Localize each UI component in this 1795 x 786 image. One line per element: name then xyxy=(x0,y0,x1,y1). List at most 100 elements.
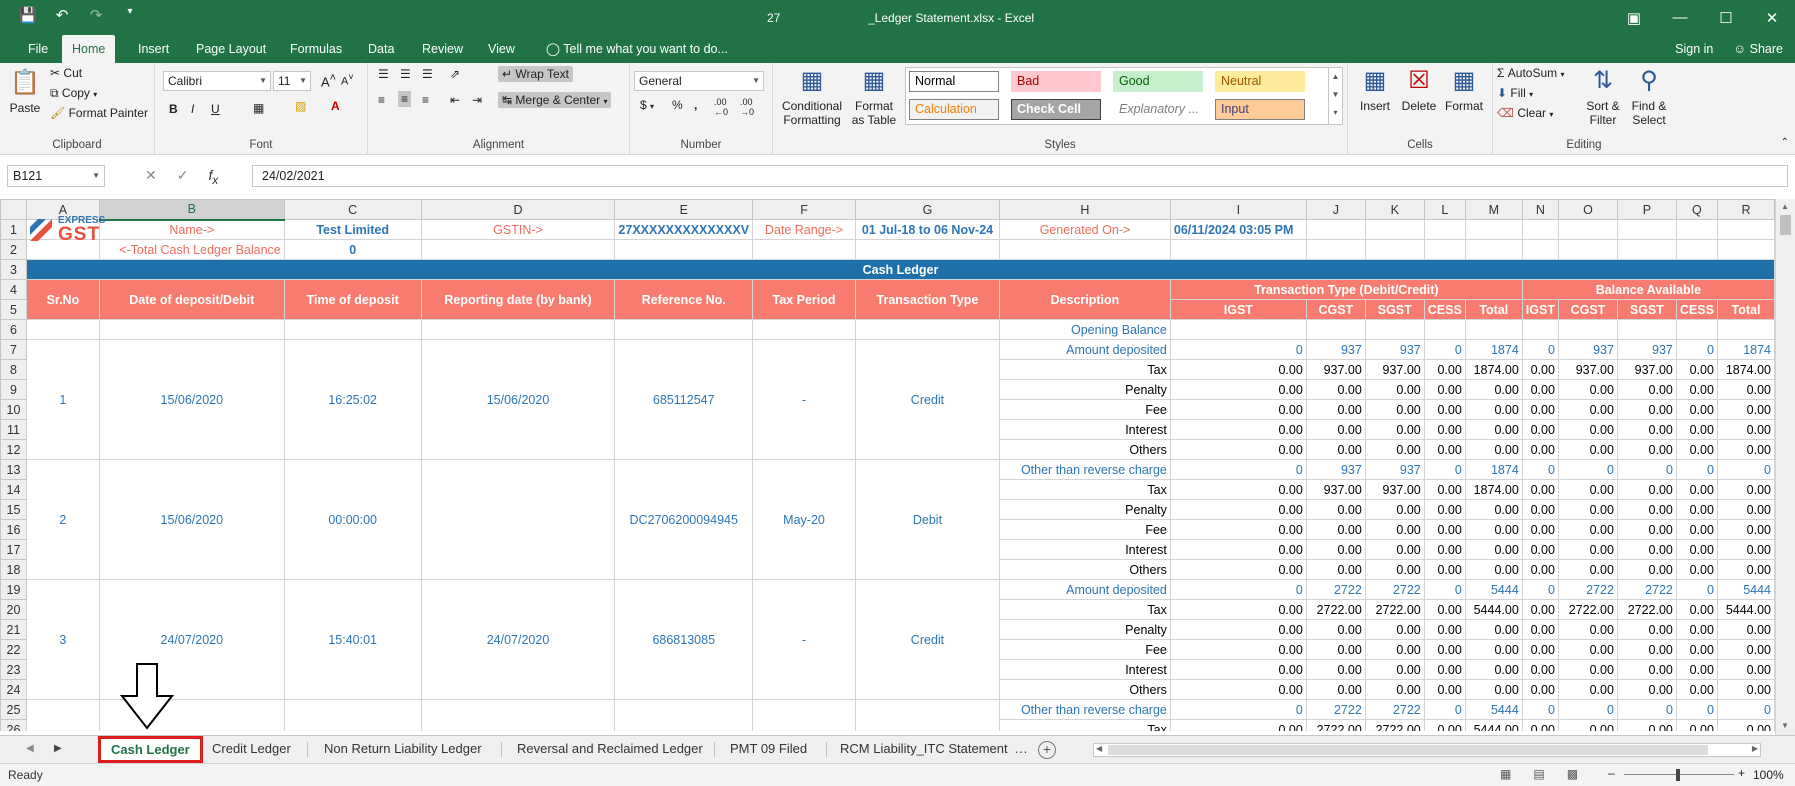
amount-cell[interactable]: 0.00 xyxy=(1675,559,1718,580)
row-header[interactable]: 16 xyxy=(0,519,27,540)
currency-icon[interactable]: $ ▾ xyxy=(640,98,654,112)
row-header[interactable]: 3 xyxy=(0,259,27,280)
amount-cell[interactable]: 0.00 xyxy=(1616,679,1677,700)
amount-cell[interactable]: 0.00 xyxy=(1521,679,1559,700)
amount-cell[interactable]: 0.00 xyxy=(1169,479,1307,500)
amount-cell[interactable]: 1874 xyxy=(1464,339,1523,360)
format-painter-button[interactable]: 🖌 Format Painter xyxy=(50,106,148,120)
description-cell[interactable]: Other than reverse charge xyxy=(998,699,1171,720)
amount-cell[interactable]: 0.00 xyxy=(1169,659,1307,680)
column-header[interactable]: P xyxy=(1616,199,1677,220)
header-sub[interactable]: Total xyxy=(1464,299,1523,320)
share-button[interactable]: ☺ Share xyxy=(1733,35,1783,63)
amount-cell[interactable]: 0.00 xyxy=(1521,419,1559,440)
amount-cell[interactable]: 0.00 xyxy=(1305,619,1366,640)
description-cell[interactable]: Penalty xyxy=(998,619,1171,640)
column-header[interactable]: B xyxy=(98,199,285,221)
amount-cell[interactable]: 0 xyxy=(1557,459,1618,480)
amount-cell[interactable]: 0.00 xyxy=(1716,639,1775,660)
increase-decimal-icon[interactable]: .00 ←0 xyxy=(714,97,728,117)
amount-cell[interactable]: 2722.00 xyxy=(1305,599,1366,620)
amount-cell[interactable]: 0.00 xyxy=(1616,379,1677,400)
amount-cell[interactable]: 937 xyxy=(1364,339,1425,360)
cash-ledger-banner[interactable]: Cash Ledger xyxy=(25,259,1775,280)
name-box[interactable]: B121 ▼ xyxy=(7,165,105,187)
amount-cell[interactable]: 5444.00 xyxy=(1464,719,1523,731)
minimize-icon[interactable]: — xyxy=(1657,0,1703,35)
amount-cell[interactable]: 0.00 xyxy=(1305,659,1366,680)
amount-cell[interactable]: 0.00 xyxy=(1521,439,1559,460)
amount-cell[interactable]: 2722 xyxy=(1616,579,1677,600)
description-cell[interactable]: Other than reverse charge xyxy=(998,459,1171,480)
amount-cell[interactable]: 0.00 xyxy=(1464,379,1523,400)
tell-me-box[interactable]: ◯ Tell me what you want to do... xyxy=(536,35,738,63)
row-header[interactable]: 6 xyxy=(0,319,27,340)
row-header[interactable]: 15 xyxy=(0,499,27,520)
cell[interactable] xyxy=(1521,239,1559,260)
amount-cell[interactable]: 0.00 xyxy=(1716,619,1775,640)
amount-cell[interactable]: 0 xyxy=(1521,699,1559,720)
row-header[interactable]: 12 xyxy=(0,439,27,460)
row-header[interactable]: 25 xyxy=(0,699,27,720)
column-header[interactable]: G xyxy=(854,199,1000,220)
amount-cell[interactable]: 0.00 xyxy=(1364,419,1425,440)
entry-type-cell[interactable]: Debit xyxy=(854,459,1000,580)
amount-cell[interactable]: 0.00 xyxy=(1521,379,1559,400)
amount-cell[interactable]: 2722 xyxy=(1364,699,1425,720)
column-header[interactable]: N xyxy=(1521,199,1559,220)
header-sub[interactable]: Total xyxy=(1716,299,1775,320)
amount-cell[interactable]: 0.00 xyxy=(1675,379,1718,400)
cell[interactable] xyxy=(1521,319,1559,340)
header-date-deposit[interactable]: Date of deposit/Debit xyxy=(98,279,285,320)
amount-cell[interactable]: 0.00 xyxy=(1169,639,1307,660)
row-header[interactable]: 26 xyxy=(0,719,27,731)
amount-cell[interactable]: 0.00 xyxy=(1521,519,1559,540)
entry-sr-cell[interactable]: 1 xyxy=(25,339,100,460)
amount-cell[interactable]: 0 xyxy=(1423,339,1466,360)
amount-cell[interactable]: 0.00 xyxy=(1557,399,1618,420)
amount-cell[interactable]: 0.00 xyxy=(1169,719,1307,731)
decrease-indent-icon[interactable]: ⇤ xyxy=(450,93,460,107)
description-cell[interactable]: Interest xyxy=(998,659,1171,680)
amount-cell[interactable]: 0.00 xyxy=(1716,399,1775,420)
tab-scroll-left-icon[interactable]: ◀ xyxy=(26,743,34,754)
amount-cell[interactable]: 0.00 xyxy=(1716,659,1775,680)
entry-reporting-cell[interactable] xyxy=(420,699,616,731)
tab-data[interactable]: Data xyxy=(358,35,404,63)
entry-type-cell[interactable]: Credit xyxy=(854,339,1000,460)
entry-reporting-cell[interactable]: 24/07/2020 xyxy=(420,579,616,700)
date-range-label-cell[interactable]: Date Range-> xyxy=(752,219,856,240)
amount-cell[interactable]: 0.00 xyxy=(1169,399,1307,420)
amount-cell[interactable]: 0.00 xyxy=(1464,499,1523,520)
amount-cell[interactable]: 0.00 xyxy=(1423,599,1466,620)
amount-cell[interactable]: 0.00 xyxy=(1423,479,1466,500)
row-header[interactable]: 13 xyxy=(0,459,27,480)
column-header[interactable]: H xyxy=(998,199,1171,220)
tab-formulas[interactable]: Formulas xyxy=(280,35,352,63)
header-sub[interactable]: SGST xyxy=(1616,299,1677,320)
cell[interactable] xyxy=(1364,239,1425,260)
header-tax-period[interactable]: Tax Period xyxy=(752,279,856,320)
description-cell[interactable]: Tax xyxy=(998,719,1171,731)
amount-cell[interactable]: 0.00 xyxy=(1169,619,1307,640)
column-header[interactable]: R xyxy=(1716,199,1775,220)
entry-sr-cell[interactable]: 2 xyxy=(25,459,100,580)
cell[interactable] xyxy=(1675,219,1718,240)
tab-file[interactable]: File xyxy=(18,35,58,63)
amount-cell[interactable]: 0.00 xyxy=(1521,479,1559,500)
amount-cell[interactable]: 0.00 xyxy=(1305,679,1366,700)
conditional-formatting-button[interactable]: ▦ Conditional Formatting xyxy=(777,65,847,127)
amount-cell[interactable]: 5444.00 xyxy=(1464,599,1523,620)
entry-time-cell[interactable]: 15:40:01 xyxy=(283,579,422,700)
cell[interactable] xyxy=(1423,219,1466,240)
amount-cell[interactable]: 0.00 xyxy=(1675,499,1718,520)
description-cell[interactable]: Fee xyxy=(998,399,1171,420)
amount-cell[interactable]: 0 xyxy=(1716,459,1775,480)
amount-cell[interactable]: 0.00 xyxy=(1464,639,1523,660)
amount-cell[interactable]: 0.00 xyxy=(1169,519,1307,540)
scroll-down-icon[interactable]: ▼ xyxy=(1781,721,1789,730)
borders-icon[interactable]: ▦ xyxy=(253,101,264,115)
amount-cell[interactable]: 937 xyxy=(1364,459,1425,480)
description-cell[interactable]: Penalty xyxy=(998,379,1171,400)
row-header[interactable]: 8 xyxy=(0,359,27,380)
